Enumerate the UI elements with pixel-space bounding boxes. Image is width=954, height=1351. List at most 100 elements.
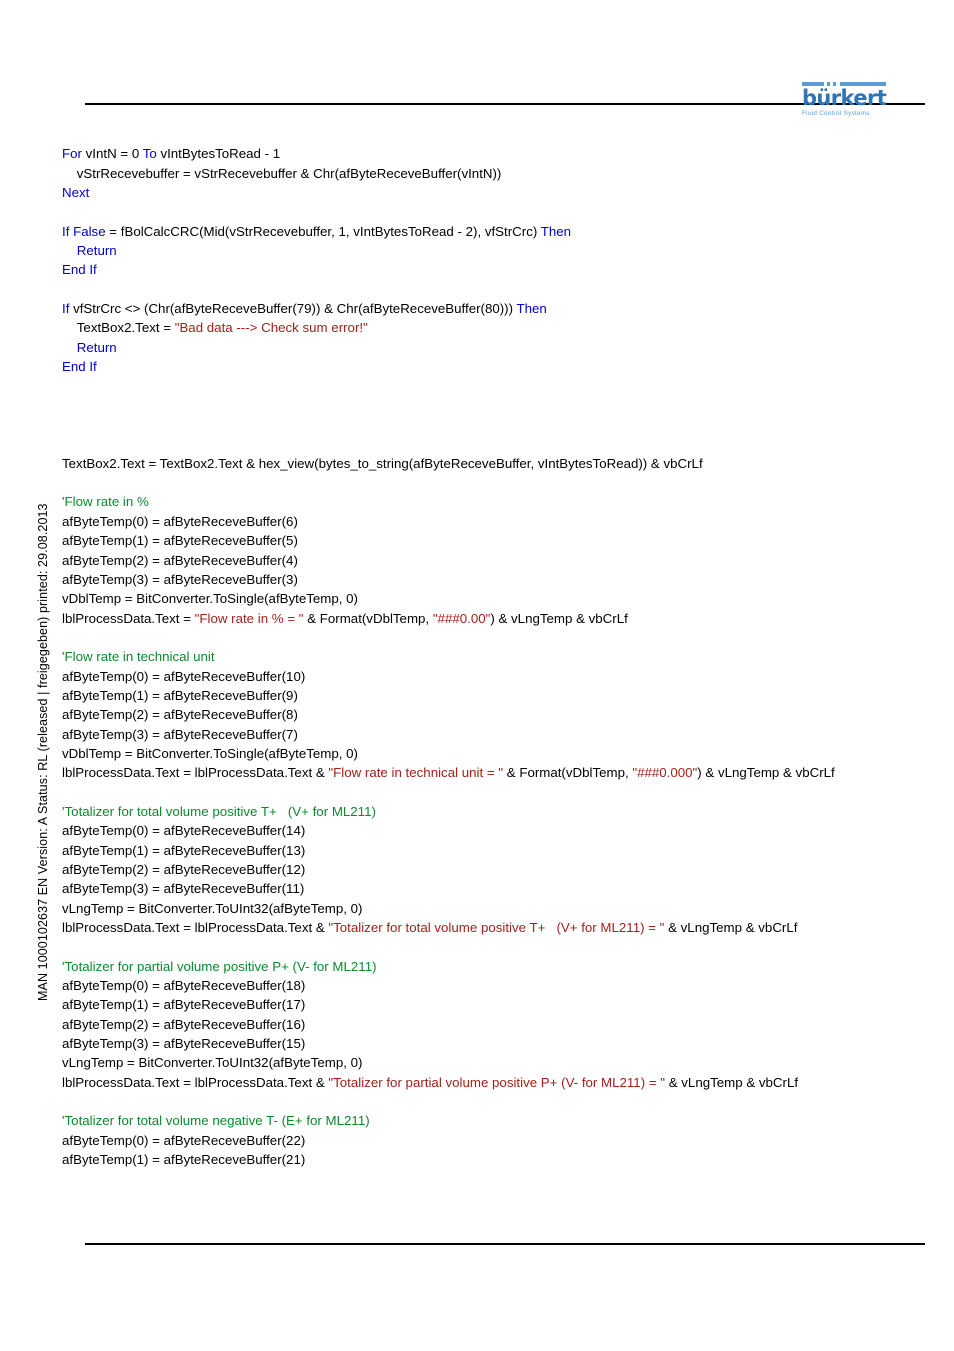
margin-note: MAN 1000102637 EN Version: A Status: RL …: [0, 0, 70, 1351]
code-token-kw: For: [62, 146, 86, 162]
code-line: If False = fBolCalcCRC(Mid(vStrRecevebuf…: [62, 222, 942, 241]
code-token-pl: vIntN = 0: [85, 146, 143, 162]
code-token-pl: afByteTemp(2) = afByteReceveBuffer(4): [62, 552, 298, 568]
code-token-pl: afByteTemp(1) = afByteReceveBuffer(21): [62, 1152, 306, 1168]
code-token-str: "###0.000": [632, 765, 698, 781]
code-token-kw: End If: [62, 262, 97, 278]
code-line: afByteTemp(3) = afByteReceveBuffer(7): [62, 725, 942, 744]
code-line: For vIntN = 0 To vIntBytesToRead - 1: [62, 144, 942, 163]
code-token-pl: afByteTemp(2) = afByteReceveBuffer(8): [62, 707, 298, 723]
code-listing: For vIntN = 0 To vIntBytesToRead - 1 vSt…: [62, 144, 942, 1169]
code-token-pl: vLngTemp = BitConverter.ToUInt32(afByteT…: [62, 900, 363, 916]
code-line: afByteTemp(0) = afByteReceveBuffer(10): [62, 667, 942, 686]
code-line: afByteTemp(1) = afByteReceveBuffer(13): [62, 841, 942, 860]
code-line: End If: [62, 260, 942, 279]
code-token-pl: vStrRecevebuffer = vStrRecevebuffer & Ch…: [76, 165, 502, 181]
code-token-pl: afByteTemp(1) = afByteReceveBuffer(17): [62, 997, 306, 1013]
code-token-pl: afByteTemp(3) = afByteReceveBuffer(7): [62, 726, 298, 742]
code-token-pl: afByteTemp(0) = afByteReceveBuffer(18): [62, 978, 306, 994]
code-line: afByteTemp(3) = afByteReceveBuffer(3): [62, 570, 942, 589]
code-line: lblProcessData.Text = lblProcessData.Tex…: [62, 763, 942, 782]
code-line: Return: [62, 241, 942, 260]
code-line: 'Flow rate in technical unit: [62, 647, 942, 666]
code-token-kw: Return: [76, 339, 117, 355]
code-token-pl: afByteTemp(3) = afByteReceveBuffer(11): [62, 881, 305, 897]
code-token-pl: afByteTemp(3) = afByteReceveBuffer(3): [62, 571, 298, 587]
code-line: lblProcessData.Text = lblProcessData.Tex…: [62, 1073, 942, 1092]
code-token-cmt: 'Flow rate in technical unit: [62, 649, 215, 665]
code-token-pl: lblProcessData.Text = lblProcessData.Tex…: [62, 920, 329, 936]
code-token-kw: Next: [62, 184, 90, 200]
code-token-pl: & vLngTemp & vbCrLf: [664, 920, 798, 936]
code-token-pl: afByteTemp(2) = afByteReceveBuffer(12): [62, 862, 306, 878]
code-line: TextBox2.Text = "Bad data ---> Check sum…: [62, 318, 942, 337]
code-line: afByteTemp(2) = afByteReceveBuffer(8): [62, 705, 942, 724]
code-token-pl: afByteTemp(2) = afByteReceveBuffer(16): [62, 1016, 306, 1032]
code-token-pl: afByteTemp(0) = afByteReceveBuffer(14): [62, 823, 306, 839]
code-token-str: "Flow rate in % = ": [194, 610, 304, 626]
code-token-pl: & Format(vDblTemp,: [303, 610, 433, 626]
code-line: afByteTemp(3) = afByteReceveBuffer(15): [62, 1034, 942, 1053]
code-token-cmt: 'Totalizer for total volume positive T+ …: [62, 803, 376, 819]
code-line: afByteTemp(1) = afByteReceveBuffer(5): [62, 531, 942, 550]
code-token-pl: lblProcessData.Text = lblProcessData.Tex…: [62, 1074, 329, 1090]
code-token-kw: Then: [540, 223, 572, 239]
code-line: afByteTemp(0) = afByteReceveBuffer(6): [62, 512, 942, 531]
code-token-pl: = fBolCalcCRC(Mid(vStrRecevebuffer, 1, v…: [109, 223, 541, 239]
code-token-pl: vDblTemp = BitConverter.ToSingle(afByteT…: [62, 591, 358, 607]
code-token-pl: afByteTemp(1) = afByteReceveBuffer(9): [62, 687, 298, 703]
code-token-kw: To: [142, 146, 161, 162]
code-token-pl: vfStrCrc <> (Chr(afByteReceveBuffer(79))…: [73, 301, 517, 317]
code-token-pl: ) & vLngTemp & vbCrLf: [490, 610, 628, 626]
code-line: vDblTemp = BitConverter.ToSingle(afByteT…: [62, 744, 942, 763]
code-token-pl: afByteTemp(0) = afByteReceveBuffer(6): [62, 513, 298, 529]
logo-wordmark: bürkert: [802, 86, 887, 110]
code-line: TextBox2.Text = TextBox2.Text & hex_view…: [62, 454, 942, 473]
code-token-cmt: 'Flow rate in %: [62, 494, 149, 510]
code-token-kw: Return: [76, 243, 117, 259]
code-line: 'Totalizer for total volume negative T- …: [62, 1111, 942, 1130]
code-line: afByteTemp(1) = afByteReceveBuffer(17): [62, 995, 942, 1014]
code-token-str: "###0.00": [432, 610, 491, 626]
code-line: vLngTemp = BitConverter.ToUInt32(afByteT…: [62, 899, 942, 918]
code-token-str: "Bad data ---> Check sum error!": [174, 320, 368, 336]
code-line: vStrRecevebuffer = vStrRecevebuffer & Ch…: [62, 164, 942, 183]
code-line: vLngTemp = BitConverter.ToUInt32(afByteT…: [62, 1053, 942, 1072]
code-line: afByteTemp(1) = afByteReceveBuffer(9): [62, 686, 942, 705]
code-token-pl: afByteTemp(0) = afByteReceveBuffer(22): [62, 1132, 306, 1148]
code-token-pl: lblProcessData.Text = lblProcessData.Tex…: [62, 765, 329, 781]
code-token-cmt: 'Totalizer for partial volume positive P…: [62, 958, 377, 974]
code-token-pl: afByteTemp(1) = afByteReceveBuffer(13): [62, 842, 306, 858]
code-line: afByteTemp(2) = afByteReceveBuffer(4): [62, 551, 942, 570]
code-line: afByteTemp(2) = afByteReceveBuffer(16): [62, 1015, 942, 1034]
code-token-pl: ) & vLngTemp & vbCrLf: [697, 765, 835, 781]
code-line: lblProcessData.Text = lblProcessData.Tex…: [62, 918, 942, 937]
code-line: 'Flow rate in %: [62, 492, 942, 511]
code-line: afByteTemp(0) = afByteReceveBuffer(22): [62, 1131, 942, 1150]
margin-note-text: MAN 1000102637 EN Version: A Status: RL …: [36, 503, 50, 1001]
code-token-cmt: 'Totalizer for total volume negative T- …: [62, 1113, 370, 1129]
logo-dash-marks: [802, 82, 886, 87]
code-token-kw: Then: [516, 301, 547, 317]
code-line: afByteTemp(2) = afByteReceveBuffer(12): [62, 860, 942, 879]
code-token-pl: TextBox2.Text = TextBox2.Text & hex_view…: [62, 455, 703, 471]
code-line: If vfStrCrc <> (Chr(afByteReceveBuffer(7…: [62, 299, 942, 318]
code-line: lblProcessData.Text = "Flow rate in % = …: [62, 609, 942, 628]
code-line: 'Totalizer for partial volume positive P…: [62, 957, 942, 976]
header-divider: [85, 103, 925, 105]
code-token-str: "Flow rate in technical unit = ": [328, 765, 504, 781]
code-line: Return: [62, 338, 942, 357]
burkert-logo: bürkert Fluid Control Systems: [802, 82, 887, 117]
code-token-pl: & vLngTemp & vbCrLf: [665, 1074, 799, 1090]
code-token-pl: & Format(vDblTemp,: [503, 765, 633, 781]
code-token-kw: If: [62, 301, 74, 317]
code-line: afByteTemp(3) = afByteReceveBuffer(11): [62, 879, 942, 898]
